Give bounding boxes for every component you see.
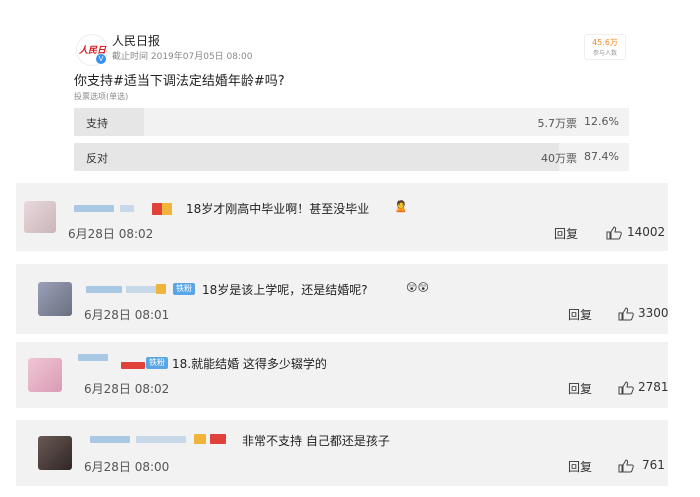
user-badge-icon — [210, 434, 226, 444]
comment-date: 6月28日 08:00 — [84, 460, 170, 474]
poll-option-support[interactable]: 支持 5.7万票 12.6% — [74, 108, 629, 136]
comment-date: 6月28日 08:02 — [84, 382, 170, 396]
avatar[interactable] — [24, 201, 56, 233]
reply-button[interactable]: 回复 — [568, 306, 592, 323]
fan-badge: 铁粉 — [173, 283, 195, 295]
option-type: 投票选项(单选) — [74, 92, 129, 101]
like-count: 14002 — [627, 225, 666, 239]
fan-badge: 铁粉 — [146, 357, 168, 369]
participants-number: 45.6万 — [592, 38, 618, 47]
thumbs-up-icon[interactable] — [618, 307, 634, 321]
comment-date: 6月28日 08:01 — [84, 308, 170, 322]
user-badge-icon — [121, 362, 145, 369]
username-blurred[interactable] — [90, 436, 130, 443]
option-percent: 12.6% — [584, 115, 619, 128]
like-count: 761 — [642, 458, 665, 472]
reply-button[interactable]: 回复 — [554, 225, 578, 242]
deadline-text: 截止时间 2019年07月05日 08:00 — [112, 52, 253, 62]
user-badge-icon — [152, 203, 172, 215]
option-fill-bar — [74, 108, 144, 136]
comment-item: 非常不支持 自己都还是孩子 6月28日 08:00 回复 761 — [16, 420, 668, 486]
option-label: 支持 — [86, 117, 108, 130]
comment-item: 18岁才刚高中毕业啊！甚至没毕业 🙎 6月28日 08:02 回复 14002 — [16, 183, 668, 251]
reply-button[interactable]: 回复 — [568, 458, 592, 475]
verified-badge-icon: V — [96, 54, 106, 64]
comment-text: 18岁才刚高中毕业啊！甚至没毕业 — [186, 202, 370, 216]
emoji-icon: 🙎 — [394, 200, 408, 213]
avatar[interactable] — [38, 436, 72, 470]
participants-box: 45.6万 参与人数 — [584, 34, 626, 60]
option-label: 反对 — [86, 152, 108, 165]
user-badge-icon — [194, 434, 206, 444]
username-blurred[interactable] — [86, 286, 122, 293]
option-votes: 40万票 — [541, 152, 577, 165]
option-percent: 87.4% — [584, 150, 619, 163]
comment-item: 铁粉 18岁是该上学呢，还是结婚呢? 😲😲 6月28日 08:01 回复 330… — [16, 264, 669, 334]
poll-question: 你支持#适当下调法定结婚年龄#吗? — [74, 74, 285, 89]
reply-button[interactable]: 回复 — [568, 380, 592, 397]
thumbs-up-icon[interactable] — [618, 459, 634, 473]
comment-text: 非常不支持 自己都还是孩子 — [242, 434, 390, 448]
avatar[interactable] — [38, 282, 72, 316]
comment-text: 18.就能结婚 这得多少辍学的 — [172, 357, 327, 371]
like-count: 3300 — [638, 306, 669, 320]
username-blurred[interactable] — [74, 205, 114, 212]
option-votes: 5.7万票 — [537, 117, 578, 130]
thumbs-up-icon[interactable] — [606, 226, 622, 240]
author-name[interactable]: 人民日报 — [112, 32, 160, 49]
user-badge-icon — [156, 284, 166, 294]
emoji-icon: 😲😲 — [406, 281, 429, 294]
username-blurred[interactable] — [78, 354, 108, 361]
comment-item: 铁粉 18.就能结婚 这得多少辍学的 6月28日 08:02 回复 2781 — [16, 342, 669, 408]
option-fill-bar — [74, 143, 560, 171]
comment-date: 6月28日 08:02 — [68, 227, 154, 241]
comment-text: 18岁是该上学呢，还是结婚呢? — [202, 283, 368, 297]
avatar[interactable] — [28, 358, 62, 392]
poll-option-oppose[interactable]: 反对 40万票 87.4% — [74, 143, 629, 171]
like-count: 2781 — [638, 380, 669, 394]
poll-card: 人民日報 V 人民日报 截止时间 2019年07月05日 08:00 45.6万… — [62, 22, 640, 180]
participants-label: 参与人数 — [592, 50, 617, 57]
username-blurred — [136, 436, 186, 443]
username-blurred — [120, 205, 134, 212]
thumbs-up-icon[interactable] — [618, 381, 634, 395]
